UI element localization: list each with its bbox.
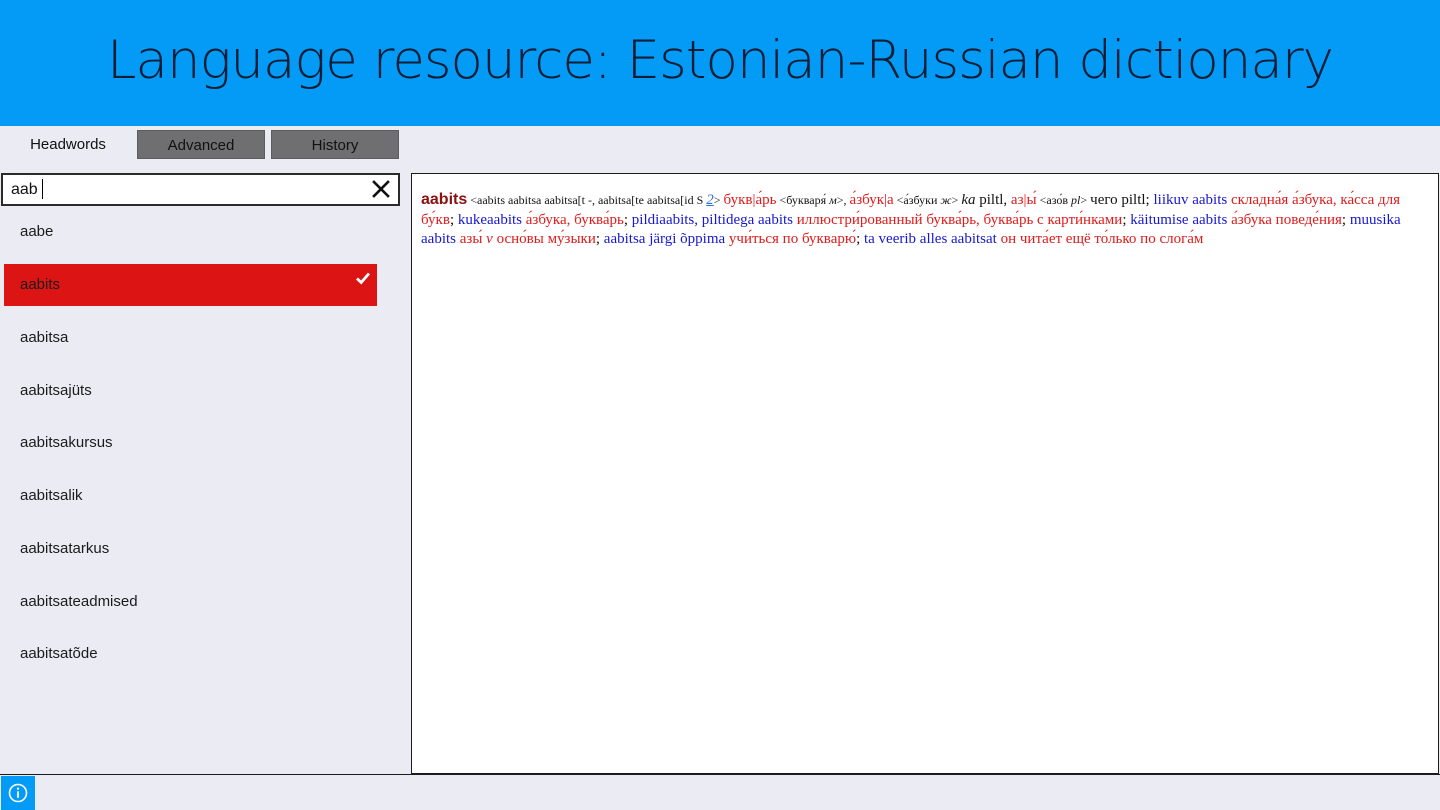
entry-segment: ж [940,193,952,207]
entry-segment: <букваря́ [776,193,830,207]
entry-segment: а́збук|а [849,192,894,208]
entry-segment: м [829,193,837,207]
entry-segment: v [486,231,493,247]
text-caret [42,179,43,199]
entry-segment: > [1080,193,1091,207]
headword-item-aabitsa[interactable]: aabitsa [4,317,377,359]
headword-item-aabitsatode[interactable]: aabitsatõde [4,633,377,675]
entry-segment: ; [856,231,864,247]
entry-segment: осно́вы му́зыки [492,231,596,247]
headword-item-aabitsateadmised[interactable]: aabitsateadmised [4,581,377,623]
tab-headwords[interactable]: Headwords [12,130,124,159]
entry-segment: ; [449,211,458,228]
headword-item-aabitsatarkus[interactable]: aabitsatarkus [4,528,377,570]
tab-advanced[interactable]: Advanced [137,130,265,159]
entry-segment: а́збука поведе́ния [1227,211,1342,228]
entry-segment: pl [1071,193,1081,207]
entry-segment: <азо́в [1036,193,1072,207]
app-header: Language resource: Estonian-Russian dict… [0,0,1440,126]
dictionary-entry-panel: aabits <aabits aabitsa aabitsa[t -, aabi… [411,173,1439,774]
close-icon[interactable] [370,178,392,200]
entry-segment: <aabits aabitsa aabitsa[t -, aabitsa[te … [467,193,707,207]
entry-segment: чего piltl; [1090,192,1154,208]
tab-history[interactable]: History [271,130,399,159]
entry-segment: > [713,193,724,207]
entry-segment: букв|а́рь [723,192,777,208]
entry-segment: аз|ы́ [1010,192,1037,208]
checkmark-icon [356,272,371,285]
headword-item-aabits[interactable]: aabits [4,264,377,306]
entry-segment: иллюстри́рованный буква́рь, буква́рь с к… [793,211,1123,228]
entry-segment: азы́ [456,231,487,247]
entry-segment: käitumise aabits [1130,211,1228,228]
entry-segment: > [951,193,962,207]
entry-segment: 2 [706,192,714,208]
headword-item-aabitsajuts[interactable]: aabitsajüts [4,370,377,412]
headword-item-aabitsakursus[interactable]: aabitsakursus [4,422,377,464]
entry-segment: а́збука, буква́рь [522,211,624,228]
entry-segment: ; [1341,211,1350,228]
entry-segment: <а́збуки [893,193,941,207]
entry-segment: >, [836,193,850,207]
entry-segment: ta veerib alles aabitsat [863,231,997,247]
dictionary-entry-text: aabits <aabits aabitsa aabitsa[t -, aabi… [421,190,1429,250]
headword-item-aabe[interactable]: aabe [4,211,377,253]
entry-segment: aabitsa järgi õppima [603,231,726,247]
entry-segment: piltl, [975,192,1011,208]
entry-segment: ka [961,192,976,208]
entry-segment: ; [623,211,632,228]
entry-segment: ; [595,231,604,247]
entry-segment: он чита́ет ещё то́лько по слога́м [996,231,1204,247]
entry-segment: pildiaabits, piltidega aabits [631,211,793,228]
headword-label: aabits [20,276,61,293]
info-icon[interactable] [1,776,35,810]
entry-segment: учи́ться по букварю́ [725,231,857,247]
headword-item-aabitsalik[interactable]: aabitsalik [4,475,377,517]
page-title: Language resource: Estonian-Russian dict… [106,30,1334,91]
search-input[interactable] [11,179,361,201]
entry-segment: kukeaabits [457,211,523,228]
entry-segment: liikuv aabits [1153,192,1228,208]
entry-segment: aabits [421,191,468,208]
search-box [1,173,400,206]
status-bar [0,774,1440,810]
